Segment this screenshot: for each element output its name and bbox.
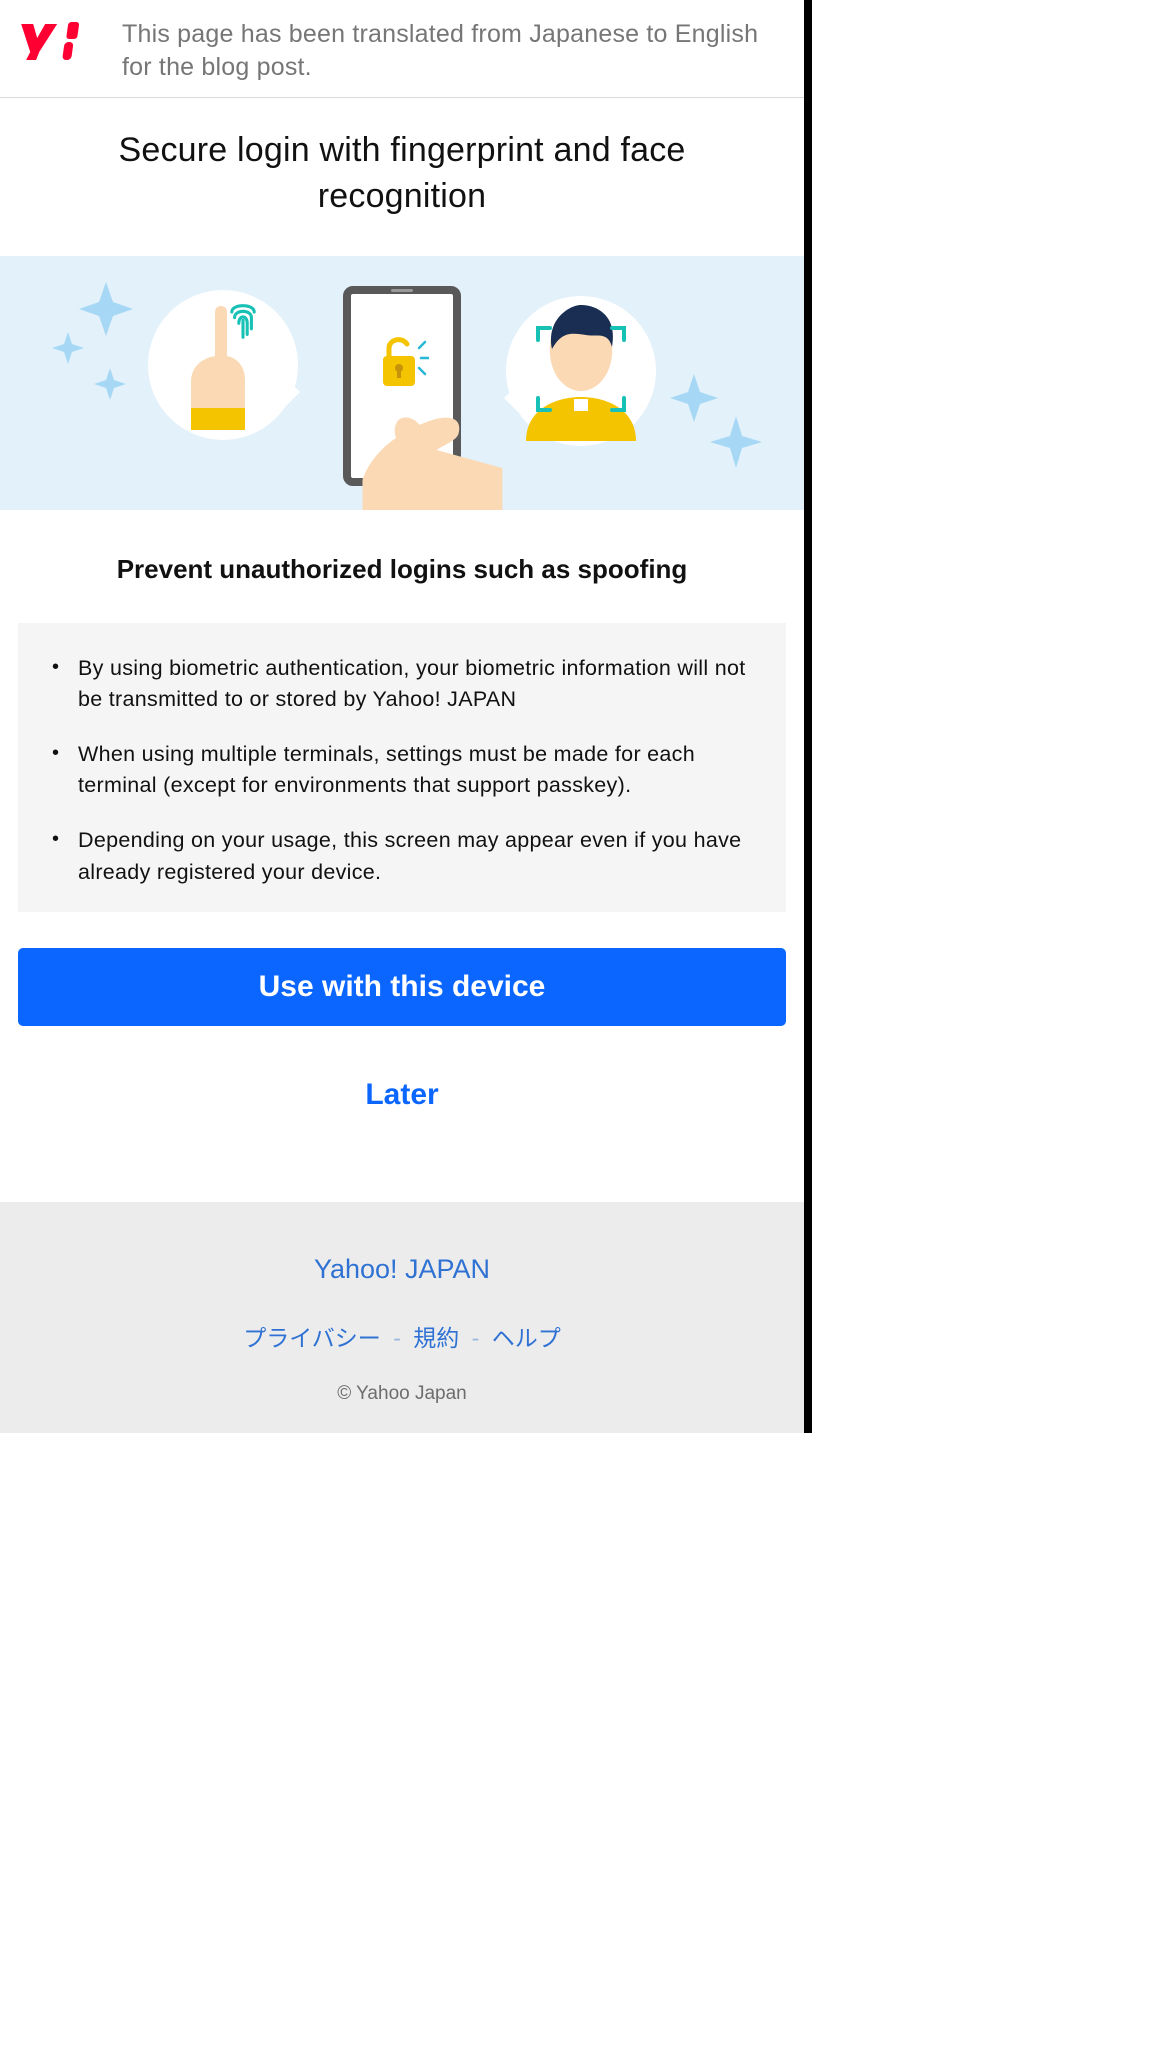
use-with-device-button[interactable]: Use with this device xyxy=(18,948,786,1026)
fingerprint-icon xyxy=(226,298,260,340)
info-bullet: Depending on your usage, this screen may… xyxy=(44,825,760,887)
footer: Yahoo! JAPAN プライバシー - 規約 - ヘルプ © Yahoo J… xyxy=(0,1202,804,1433)
illustration-banner xyxy=(0,256,804,510)
sparkle-icon xyxy=(664,374,764,484)
info-bullet: When using multiple terminals, settings … xyxy=(44,739,760,801)
fingerprint-bubble xyxy=(148,290,298,440)
footer-links: プライバシー - 規約 - ヘルプ xyxy=(0,1319,804,1353)
copyright: © Yahoo Japan xyxy=(0,1383,804,1405)
finger-icon xyxy=(163,300,283,430)
subtitle: Prevent unauthorized logins such as spoo… xyxy=(0,510,804,623)
later-link[interactable]: Later xyxy=(0,1026,804,1202)
yahoo-logo-icon[interactable] xyxy=(20,18,92,69)
footer-privacy-link[interactable]: プライバシー xyxy=(243,1325,381,1351)
header-bar: This page has been translated from Japan… xyxy=(0,0,804,98)
info-bullet: By using biometric authentication, your … xyxy=(44,653,760,715)
footer-terms-link[interactable]: 規約 xyxy=(413,1325,459,1351)
page-title: Secure login with fingerprint and face r… xyxy=(0,98,804,256)
sparkle-icon xyxy=(46,282,138,402)
footer-brand-link[interactable]: Yahoo! JAPAN xyxy=(0,1254,804,1285)
translation-notice: This page has been translated from Japan… xyxy=(122,18,784,83)
face-frame-icon xyxy=(534,324,628,414)
info-box: By using biometric authentication, your … xyxy=(18,623,786,912)
footer-help-link[interactable]: ヘルプ xyxy=(492,1325,561,1351)
hand-holding-phone-icon xyxy=(362,380,542,510)
